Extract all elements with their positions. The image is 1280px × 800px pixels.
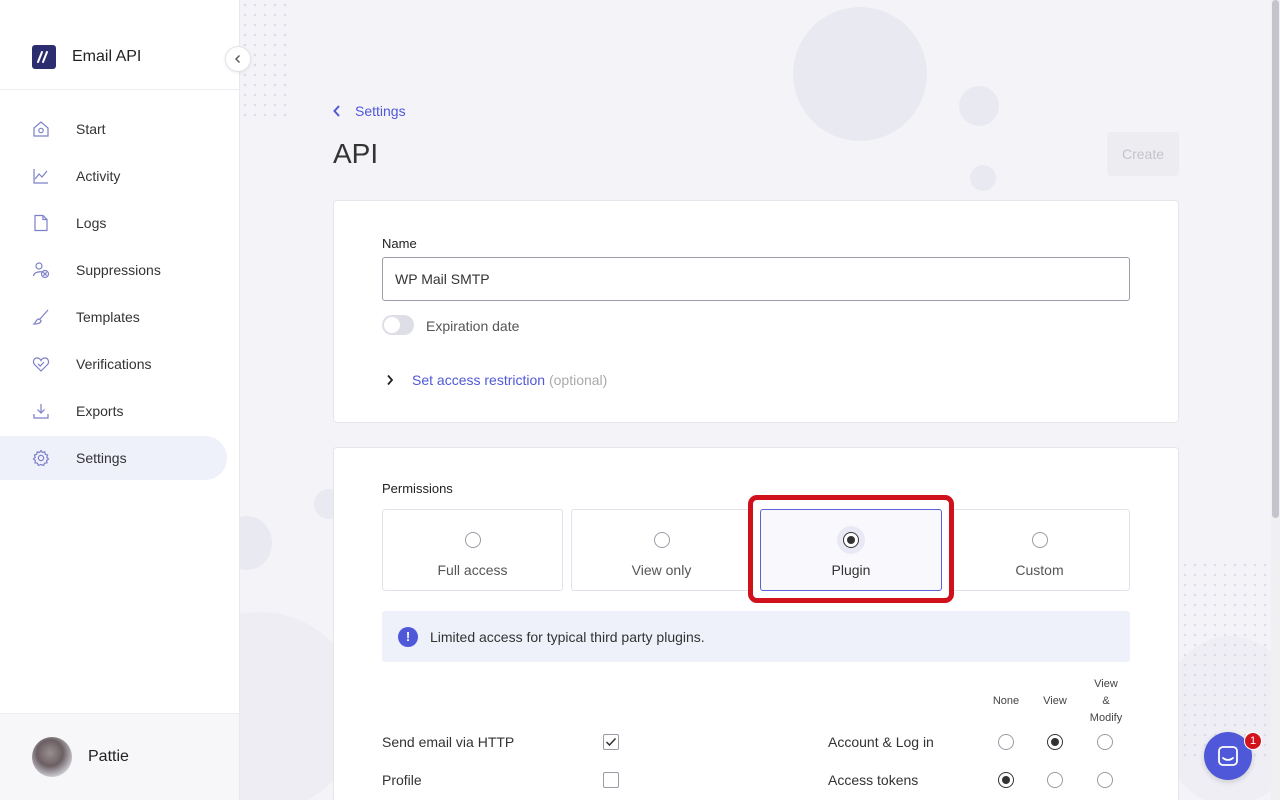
send-email-checkbox[interactable]	[603, 734, 619, 750]
sidebar-item-settings[interactable]: Settings	[0, 436, 227, 480]
radio-button[interactable]	[843, 532, 859, 548]
sidebar-item-label: Templates	[76, 309, 140, 325]
sidebar-item-label: Settings	[76, 450, 127, 466]
permission-row-label: Account & Log in	[828, 734, 934, 750]
option-label: Custom	[1015, 562, 1064, 578]
account-modify-radio[interactable]	[1097, 734, 1113, 750]
sidebar-item-start[interactable]: Start	[0, 107, 227, 151]
sidebar: Email API Start Activity Logs Suppressio…	[0, 0, 240, 800]
avatar	[32, 737, 72, 777]
scrollbar-thumb[interactable]	[1272, 0, 1279, 518]
breadcrumb[interactable]: Settings	[333, 103, 406, 119]
radio-button[interactable]	[1031, 532, 1048, 548]
sidebar-item-label: Start	[76, 121, 106, 137]
sidebar-item-activity[interactable]: Activity	[0, 154, 227, 198]
download-icon	[32, 402, 50, 420]
decorative-bubble	[793, 7, 927, 141]
notification-badge: 1	[1244, 732, 1262, 750]
radio-button[interactable]	[464, 532, 481, 548]
checkmark-icon	[605, 737, 617, 747]
toggle-knob	[384, 317, 400, 333]
sidebar-item-label: Activity	[76, 168, 121, 184]
sidebar-item-templates[interactable]: Templates	[0, 295, 227, 339]
account-none-radio[interactable]	[998, 734, 1014, 750]
brand[interactable]: Email API	[32, 45, 141, 69]
sidebar-item-label: Verifications	[76, 356, 152, 372]
chevron-left-icon	[333, 105, 340, 117]
column-none: None	[992, 695, 1020, 707]
permission-option-custom[interactable]: Custom	[949, 509, 1130, 591]
tokens-modify-radio[interactable]	[1097, 772, 1113, 788]
brand-logo-icon	[32, 45, 56, 69]
document-icon	[32, 214, 50, 232]
home-icon	[32, 120, 50, 138]
sidebar-nav: Start Activity Logs Suppressions Templat…	[0, 107, 239, 483]
chevron-left-icon	[235, 55, 240, 63]
name-label: Name	[382, 236, 417, 251]
breadcrumb-settings-link[interactable]: Settings	[355, 103, 406, 119]
decorative-dots	[1180, 560, 1270, 760]
user-name: Pattie	[88, 748, 129, 765]
sidebar-item-verifications[interactable]: Verifications	[0, 342, 227, 386]
page-title: API	[333, 138, 379, 169]
gear-icon	[32, 449, 50, 467]
permission-options: Full access View only Plugin Custom	[382, 509, 1130, 591]
permission-info-box: ! Limited access for typical third party…	[382, 611, 1130, 662]
permission-row-label: Access tokens	[828, 772, 919, 788]
decorative-bubble	[959, 86, 999, 126]
brand-name: Email API	[72, 48, 142, 65]
permissions-card: Permissions Full access View only Plugin…	[333, 447, 1179, 800]
heart-check-icon	[32, 355, 50, 373]
tokens-view-radio[interactable]	[1047, 772, 1063, 788]
option-label: Plugin	[831, 562, 871, 578]
access-restriction-link[interactable]: Set access restriction	[412, 372, 545, 388]
profile-checkbox[interactable]	[603, 772, 619, 788]
expiration-label: Expiration date	[426, 318, 520, 334]
permission-option-full-access[interactable]: Full access	[382, 509, 563, 591]
create-button[interactable]: Create	[1107, 132, 1179, 176]
sidebar-item-label: Suppressions	[76, 262, 161, 278]
option-label: Full access	[437, 562, 508, 578]
chevron-right-icon	[387, 374, 394, 386]
decorative-bubble	[970, 165, 996, 191]
collapse-sidebar-button[interactable]	[225, 46, 251, 72]
column-view: View	[1043, 695, 1067, 707]
permission-option-view-only[interactable]: View only	[571, 509, 752, 591]
permission-row-label: Send email via HTTP	[382, 734, 515, 750]
info-text: Limited access for typical third party p…	[430, 628, 705, 645]
permissions-label: Permissions	[382, 481, 453, 496]
activity-chart-icon	[32, 167, 50, 185]
info-icon: !	[398, 626, 418, 647]
tokens-none-radio[interactable]	[998, 772, 1014, 788]
api-details-card: Name Expiration date Set access restrict…	[333, 200, 1179, 423]
account-view-radio[interactable]	[1047, 734, 1063, 750]
expiration-toggle[interactable]	[382, 315, 414, 335]
sidebar-item-exports[interactable]: Exports	[0, 389, 227, 433]
sidebar-item-suppressions[interactable]: Suppressions	[0, 248, 227, 292]
option-label: View only	[631, 562, 692, 578]
permission-row-label: Profile	[382, 772, 422, 788]
chat-icon	[1218, 746, 1238, 766]
sidebar-item-label: Exports	[76, 403, 124, 419]
user-profile[interactable]: Pattie	[0, 713, 239, 800]
access-restriction-expander[interactable]: Set access restriction (optional)	[386, 372, 607, 388]
sidebar-item-logs[interactable]: Logs	[0, 201, 227, 245]
user-block-icon	[32, 261, 50, 279]
radio-focus-halo	[837, 526, 865, 554]
optional-hint: (optional)	[548, 372, 608, 388]
brush-icon	[32, 308, 50, 326]
column-view-modify: View & Modify	[1089, 678, 1123, 724]
divider	[0, 89, 239, 90]
permission-option-plugin[interactable]: Plugin	[760, 509, 942, 591]
sidebar-item-label: Logs	[76, 215, 107, 231]
radio-button[interactable]	[653, 532, 670, 548]
name-input[interactable]	[382, 257, 1130, 301]
